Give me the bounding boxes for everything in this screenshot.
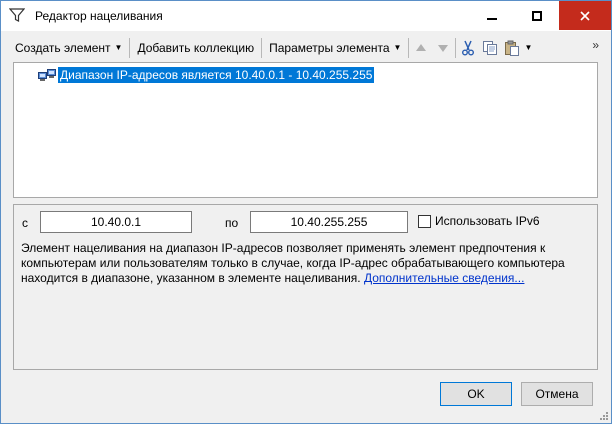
- toolbar-separator: [408, 37, 410, 58]
- copy-icon: [483, 40, 498, 55]
- title-bar: Редактор нацеливания: [1, 1, 611, 31]
- from-label: с: [22, 216, 28, 230]
- tree-item[interactable]: Диапазон IP-адресов является 10.40.0.1 -…: [38, 67, 375, 83]
- copy-button[interactable]: [479, 36, 501, 59]
- resize-grip-icon[interactable]: [599, 411, 609, 421]
- filter-icon: [9, 8, 25, 22]
- from-ip-value: 10.40.0.1: [90, 215, 142, 229]
- to-ip-value: 10.40.255.255: [290, 215, 368, 229]
- toolbar-separator: [455, 37, 457, 58]
- dropdown-arrow-icon: ▼: [393, 43, 402, 52]
- minimize-icon: [487, 17, 497, 20]
- network-computers-icon: [38, 69, 56, 81]
- description-line: находится в диапазоне, указанном в элеме…: [21, 271, 591, 286]
- from-ip-field[interactable]: 10.40.0.1: [40, 211, 192, 233]
- use-ipv6-checkbox[interactable]: [418, 215, 431, 228]
- cut-button[interactable]: [457, 36, 479, 59]
- maximize-button[interactable]: [515, 1, 559, 30]
- maximize-icon: [532, 10, 542, 21]
- create-element-button[interactable]: Создать элемент ▼: [9, 36, 128, 59]
- properties-pane: с 10.40.0.1 по 10.40.255.255 Использоват…: [13, 204, 598, 370]
- move-down-button[interactable]: [432, 36, 454, 59]
- cancel-button[interactable]: Отмена: [521, 382, 593, 406]
- dropdown-arrow-icon: ▼: [114, 43, 123, 52]
- add-collection-label: Добавить коллекцию: [137, 40, 255, 55]
- paste-button[interactable]: [501, 36, 523, 59]
- tree-item-label: Диапазон IP-адресов является 10.40.0.1 -…: [58, 67, 375, 83]
- toolbar-overflow-icon[interactable]: »: [592, 38, 599, 52]
- ok-button-label: OK: [467, 387, 485, 401]
- to-ip-field[interactable]: 10.40.255.255: [250, 211, 408, 233]
- window-title: Редактор нацеливания: [35, 9, 163, 23]
- arrow-up-icon: [416, 43, 427, 51]
- description-text: Элемент нацеливания на диапазон IP-адрес…: [21, 241, 591, 286]
- ok-button[interactable]: OK: [440, 382, 512, 406]
- cancel-button-label: Отмена: [535, 387, 579, 401]
- close-button[interactable]: [559, 1, 611, 30]
- description-line-text: находится в диапазоне, указанном в элеме…: [21, 271, 361, 285]
- minimize-button[interactable]: [469, 1, 515, 30]
- arrow-down-icon: [438, 44, 449, 52]
- create-element-label: Создать элемент: [15, 40, 111, 55]
- element-params-label: Параметры элемента: [269, 40, 390, 55]
- toolbar: Создать элемент ▼ Добавить коллекцию Пар…: [9, 35, 605, 60]
- targeting-tree[interactable]: Диапазон IP-адресов является 10.40.0.1 -…: [13, 62, 598, 198]
- description-line: Элемент нацеливания на диапазон IP-адрес…: [21, 241, 546, 255]
- use-ipv6-label[interactable]: Использовать IPv6: [435, 214, 540, 228]
- paste-dropdown-arrow-icon[interactable]: ▼: [524, 43, 532, 52]
- paste-icon: [505, 40, 520, 56]
- scissors-icon: [462, 40, 475, 55]
- element-params-button[interactable]: Параметры элемента ▼: [263, 36, 407, 59]
- toolbar-separator: [129, 37, 131, 58]
- description-line: компьютерам или пользователям только в с…: [21, 256, 565, 270]
- move-up-button[interactable]: [410, 36, 432, 59]
- more-info-link[interactable]: Дополнительные сведения...: [364, 271, 524, 285]
- toolbar-separator: [261, 37, 263, 58]
- to-label: по: [225, 216, 239, 230]
- targeting-editor-window: Редактор нацеливания Создать элемент ▼ Д…: [0, 0, 612, 424]
- close-icon: [580, 10, 590, 21]
- add-collection-button[interactable]: Добавить коллекцию: [131, 36, 260, 59]
